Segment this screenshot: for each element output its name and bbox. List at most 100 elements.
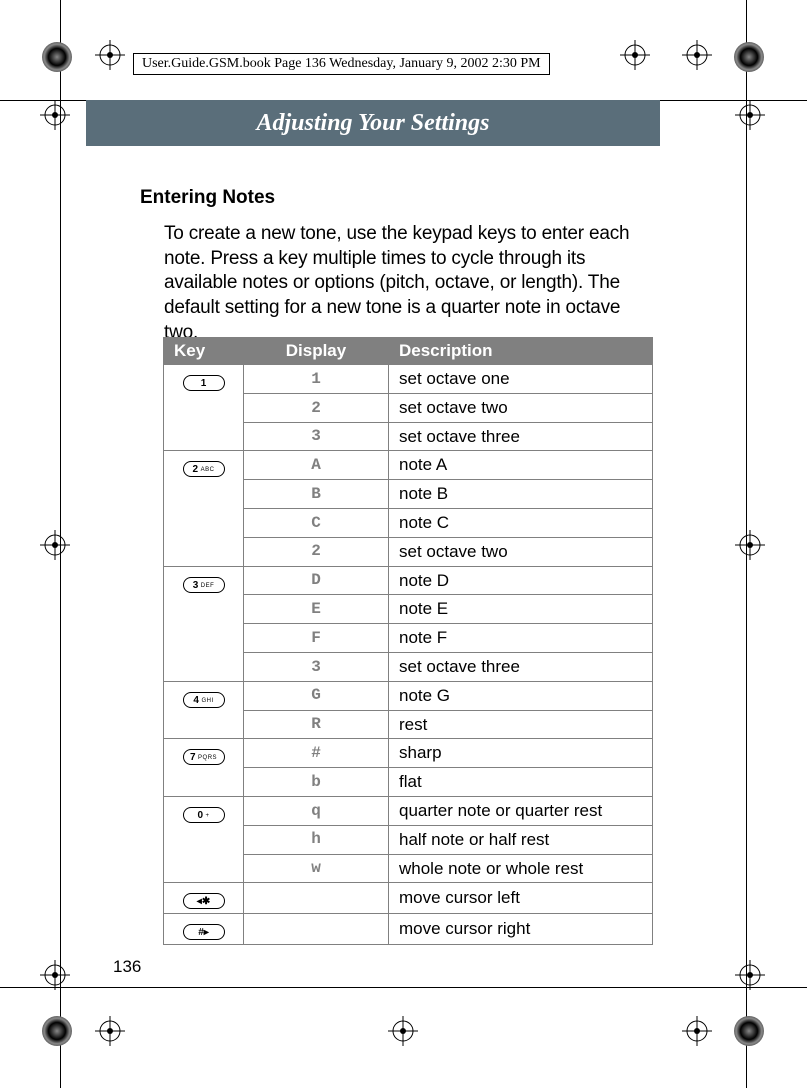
description-cell: set octave three (389, 652, 653, 681)
table-row: #▸move cursor right (164, 914, 653, 945)
registration-mark (40, 100, 70, 130)
description-cell: set octave one (389, 365, 653, 394)
document-info-text: User.Guide.GSM.book Page 136 Wednesday, … (142, 56, 541, 71)
document-header: User.Guide.GSM.book Page 136 Wednesday, … (133, 53, 550, 75)
key-sub-label: DEF (201, 583, 215, 589)
keypad-key-icon: 0 + (183, 807, 225, 823)
table-row: 7 PQRS#sharp (164, 739, 653, 768)
crop-line-bottom (0, 987, 807, 988)
key-cell: 2 ABC (164, 451, 244, 566)
key-sub-label: GHI (201, 698, 213, 704)
display-cell: D (244, 566, 389, 595)
description-cell: flat (389, 768, 653, 797)
registration-mark (735, 960, 765, 990)
key-main-label: 4 (193, 695, 199, 706)
keypad-key-icon: ◂✱ (183, 893, 225, 909)
keypad-key-icon: 3 DEF (183, 577, 225, 593)
registration-mark (40, 960, 70, 990)
chapter-title: Adjusting Your Settings (257, 110, 490, 137)
description-cell: rest (389, 710, 653, 739)
display-cell: # (244, 739, 389, 768)
key-main-label: 1 (201, 378, 207, 389)
display-cell: E (244, 595, 389, 624)
display-cell: 3 (244, 652, 389, 681)
description-cell: set octave two (389, 537, 653, 566)
description-cell: note B (389, 480, 653, 509)
section-paragraph: To create a new tone, use the keypad key… (164, 222, 654, 345)
table-row: 3 DEF Dnote D (164, 566, 653, 595)
key-sub-label: ABC (201, 467, 215, 473)
key-main-label: 7 (190, 752, 196, 763)
notes-table: Key Display Description 11set octave one… (163, 337, 653, 945)
table-header-row: Key Display Description (164, 338, 653, 365)
registration-mark (40, 530, 70, 560)
key-cell: 3 DEF (164, 566, 244, 681)
registration-mark (620, 40, 650, 70)
keypad-key-icon: 1 (183, 375, 225, 391)
description-cell: whole note or whole rest (389, 854, 653, 883)
description-cell: note G (389, 681, 653, 710)
key-main-label: ◂✱ (197, 896, 210, 907)
registration-disc (42, 42, 72, 72)
display-cell: 2 (244, 393, 389, 422)
display-cell: w (244, 854, 389, 883)
key-main-label: 0 (197, 810, 203, 821)
keypad-key-icon: 7 PQRS (183, 749, 225, 765)
registration-mark (388, 1016, 418, 1046)
th-description: Description (389, 338, 653, 365)
display-cell: R (244, 710, 389, 739)
description-cell: move cursor left (389, 883, 653, 914)
table-row: 2 ABC Anote A (164, 451, 653, 480)
key-cell: #▸ (164, 914, 244, 945)
key-cell: 0 + (164, 796, 244, 882)
display-cell: 3 (244, 422, 389, 451)
description-cell: half note or half rest (389, 825, 653, 854)
registration-mark (682, 40, 712, 70)
registration-mark (735, 530, 765, 560)
table-row: 11set octave one (164, 365, 653, 394)
th-display: Display (244, 338, 389, 365)
description-cell: quarter note or quarter rest (389, 796, 653, 825)
description-cell: set octave two (389, 393, 653, 422)
display-cell: G (244, 681, 389, 710)
chapter-title-bar: Adjusting Your Settings (86, 100, 660, 146)
registration-disc (734, 42, 764, 72)
display-cell: q (244, 796, 389, 825)
registration-disc (734, 1016, 764, 1046)
display-cell: F (244, 624, 389, 653)
display-cell: B (244, 480, 389, 509)
key-sub-label: PQRS (198, 755, 217, 761)
key-main-label: 2 (193, 464, 199, 475)
description-cell: note D (389, 566, 653, 595)
registration-mark (682, 1016, 712, 1046)
registration-disc (42, 1016, 72, 1046)
section-heading: Entering Notes (140, 187, 275, 209)
th-key: Key (164, 338, 244, 365)
description-cell: note C (389, 508, 653, 537)
display-cell: h (244, 825, 389, 854)
display-cell (244, 883, 389, 914)
key-cell: ◂✱ (164, 883, 244, 914)
key-main-label: 3 (193, 580, 199, 591)
table-row: 0 + qquarter note or quarter rest (164, 796, 653, 825)
description-cell: note E (389, 595, 653, 624)
description-cell: note F (389, 624, 653, 653)
key-cell: 7 PQRS (164, 739, 244, 797)
table-row: ◂✱ move cursor left (164, 883, 653, 914)
keypad-key-icon: #▸ (183, 924, 225, 940)
registration-mark (95, 40, 125, 70)
keypad-key-icon: 2 ABC (183, 461, 225, 477)
keypad-key-icon: 4 GHI (183, 692, 225, 708)
key-main-label: #▸ (198, 927, 209, 938)
display-cell: 2 (244, 537, 389, 566)
display-cell: A (244, 451, 389, 480)
key-cell: 1 (164, 365, 244, 451)
description-cell: note A (389, 451, 653, 480)
key-cell: 4 GHI (164, 681, 244, 739)
table-row: 4 GHI Gnote G (164, 681, 653, 710)
description-cell: set octave three (389, 422, 653, 451)
display-cell: b (244, 768, 389, 797)
display-cell (244, 914, 389, 945)
display-cell: C (244, 508, 389, 537)
page-number: 136 (113, 957, 141, 977)
